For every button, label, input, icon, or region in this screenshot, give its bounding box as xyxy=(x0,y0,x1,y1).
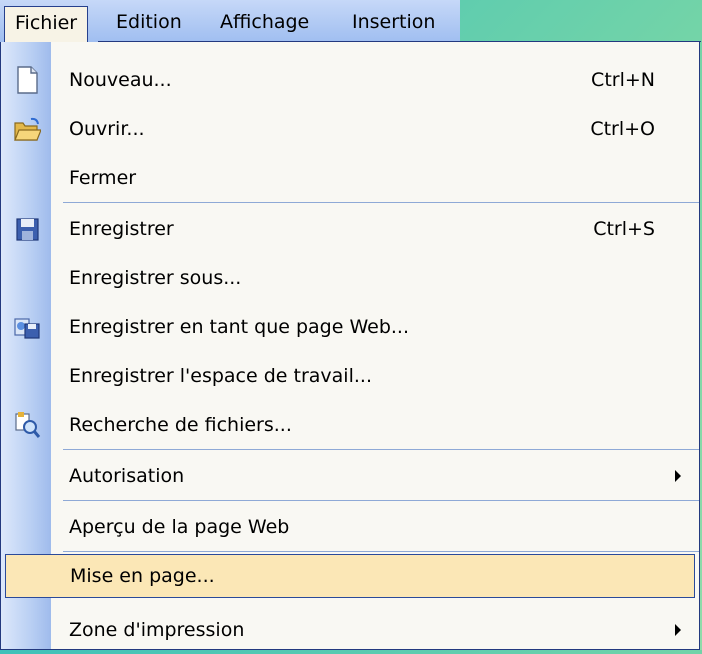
menu-separator xyxy=(63,449,699,450)
menu-item-apercu-page-web[interactable]: Aperçu de la page Web xyxy=(1,503,699,551)
menu-item-nouveau[interactable]: Nouveau... Ctrl+N xyxy=(1,56,699,104)
menu-affichage[interactable]: Affichage xyxy=(210,6,319,38)
file-menu-dropdown: Nouveau... Ctrl+N Ouvrir... Ctrl+O Ferme… xyxy=(0,41,701,650)
menu-item-label: Mise en page... xyxy=(70,565,215,587)
save-disk-icon xyxy=(16,218,39,241)
menu-item-label: Nouveau... xyxy=(69,69,172,91)
shortcut-text: Ctrl+N xyxy=(591,69,655,91)
menu-item-label: Aperçu de la page Web xyxy=(69,516,290,538)
menu-bar: Fichier Edition Affichage Insertion xyxy=(0,0,460,45)
submenu-arrow-icon xyxy=(675,624,681,636)
menu-item-label: Zone d'impression xyxy=(69,619,245,641)
menu-item-autorisation[interactable]: Autorisation xyxy=(1,452,699,500)
shortcut-text: Ctrl+O xyxy=(590,118,655,140)
menu-insertion[interactable]: Insertion xyxy=(342,6,445,38)
file-search-icon xyxy=(15,412,41,438)
save-web-page-icon xyxy=(14,318,40,339)
menu-item-label: Recherche de fichiers... xyxy=(69,414,292,436)
menu-item-label: Enregistrer en tant que page Web... xyxy=(69,316,410,338)
menu-separator xyxy=(63,202,699,203)
menu-item-label: Enregistrer sous... xyxy=(69,267,242,289)
open-folder-icon xyxy=(14,117,41,141)
menu-item-enregistrer-espace-travail[interactable]: Enregistrer l'espace de travail... xyxy=(1,352,699,400)
menu-item-label: Enregistrer xyxy=(69,218,174,240)
menu-item-recherche-fichiers[interactable]: Recherche de fichiers... xyxy=(1,401,699,449)
menu-item-enregistrer[interactable]: Enregistrer Ctrl+S xyxy=(1,205,699,253)
menu-item-ouvrir[interactable]: Ouvrir... Ctrl+O xyxy=(1,105,699,153)
menu-edition[interactable]: Edition xyxy=(106,6,192,38)
menu-separator xyxy=(63,500,699,501)
submenu-arrow-icon xyxy=(675,470,681,482)
menu-item-enregistrer-page-web[interactable]: Enregistrer en tant que page Web... xyxy=(1,303,699,351)
menu-fichier[interactable]: Fichier xyxy=(4,6,89,42)
menu-item-label: Autorisation xyxy=(69,465,185,487)
menu-item-label: Ouvrir... xyxy=(69,118,145,140)
menu-item-fermer[interactable]: Fermer xyxy=(1,154,699,202)
menu-item-enregistrer-sous[interactable]: Enregistrer sous... xyxy=(1,254,699,302)
menu-separator xyxy=(63,551,699,552)
menu-item-label: Fermer xyxy=(69,167,137,189)
menu-item-label: Enregistrer l'espace de travail... xyxy=(69,365,372,387)
shortcut-text: Ctrl+S xyxy=(593,218,655,240)
menu-top-border xyxy=(98,41,701,42)
new-document-icon xyxy=(17,66,38,94)
menu-item-zone-impression[interactable]: Zone d'impression xyxy=(1,606,699,654)
menu-item-mise-en-page[interactable]: Mise en page... xyxy=(5,554,695,598)
